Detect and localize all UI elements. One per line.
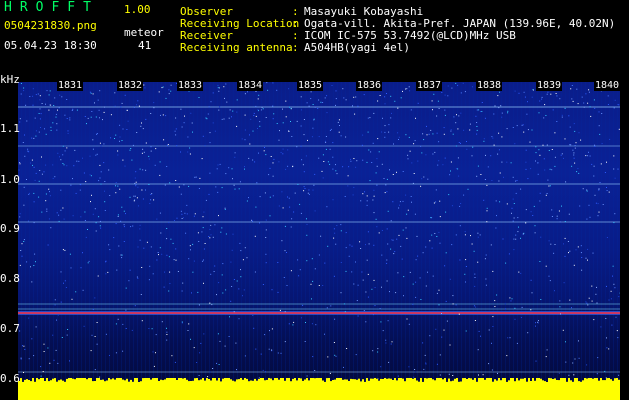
y-tick-label: 0.7 — [0, 322, 20, 335]
separator: : — [292, 41, 299, 54]
y-tick-label: 0.8 — [0, 272, 20, 285]
timestamp: 05.04.23 18:30 — [4, 39, 97, 52]
y-tick-label: 0.6 — [0, 372, 20, 385]
time-tick-label: 1839 — [536, 80, 563, 91]
app-title: HROFFT — [4, 0, 99, 15]
file-name: 0504231830.png — [4, 19, 97, 32]
meteor-count: 41 — [138, 39, 152, 52]
time-tick-label: 1840 — [594, 80, 621, 91]
time-tick-label: 1834 — [237, 80, 264, 91]
time-tick-label: 1837 — [416, 80, 443, 91]
spectrogram-canvas — [18, 82, 620, 382]
antenna-label: Receiving antenna — [180, 41, 293, 54]
antenna-value: A504HB(yagi 4el) — [304, 41, 410, 54]
y-tick-label: 0.9 — [0, 222, 20, 235]
time-tick-label: 1838 — [476, 80, 503, 91]
time-tick-label: 1836 — [356, 80, 383, 91]
meteor-label: meteor — [124, 26, 164, 39]
y-tick-label: 1.1 — [0, 122, 20, 135]
noise-speckles — [18, 82, 620, 382]
y-tick-label: 1.0 — [0, 173, 20, 186]
time-tick-label: 1835 — [297, 80, 324, 91]
spectrogram — [18, 82, 620, 382]
app-version: 1.00 — [124, 3, 151, 16]
level-bar-fill — [18, 382, 620, 400]
time-tick-label: 1831 — [57, 80, 84, 91]
time-tick-label: 1832 — [117, 80, 144, 91]
level-bar — [18, 378, 620, 400]
y-axis-unit: kHz — [0, 73, 20, 86]
time-tick-label: 1833 — [177, 80, 204, 91]
level-spikes — [18, 378, 620, 384]
